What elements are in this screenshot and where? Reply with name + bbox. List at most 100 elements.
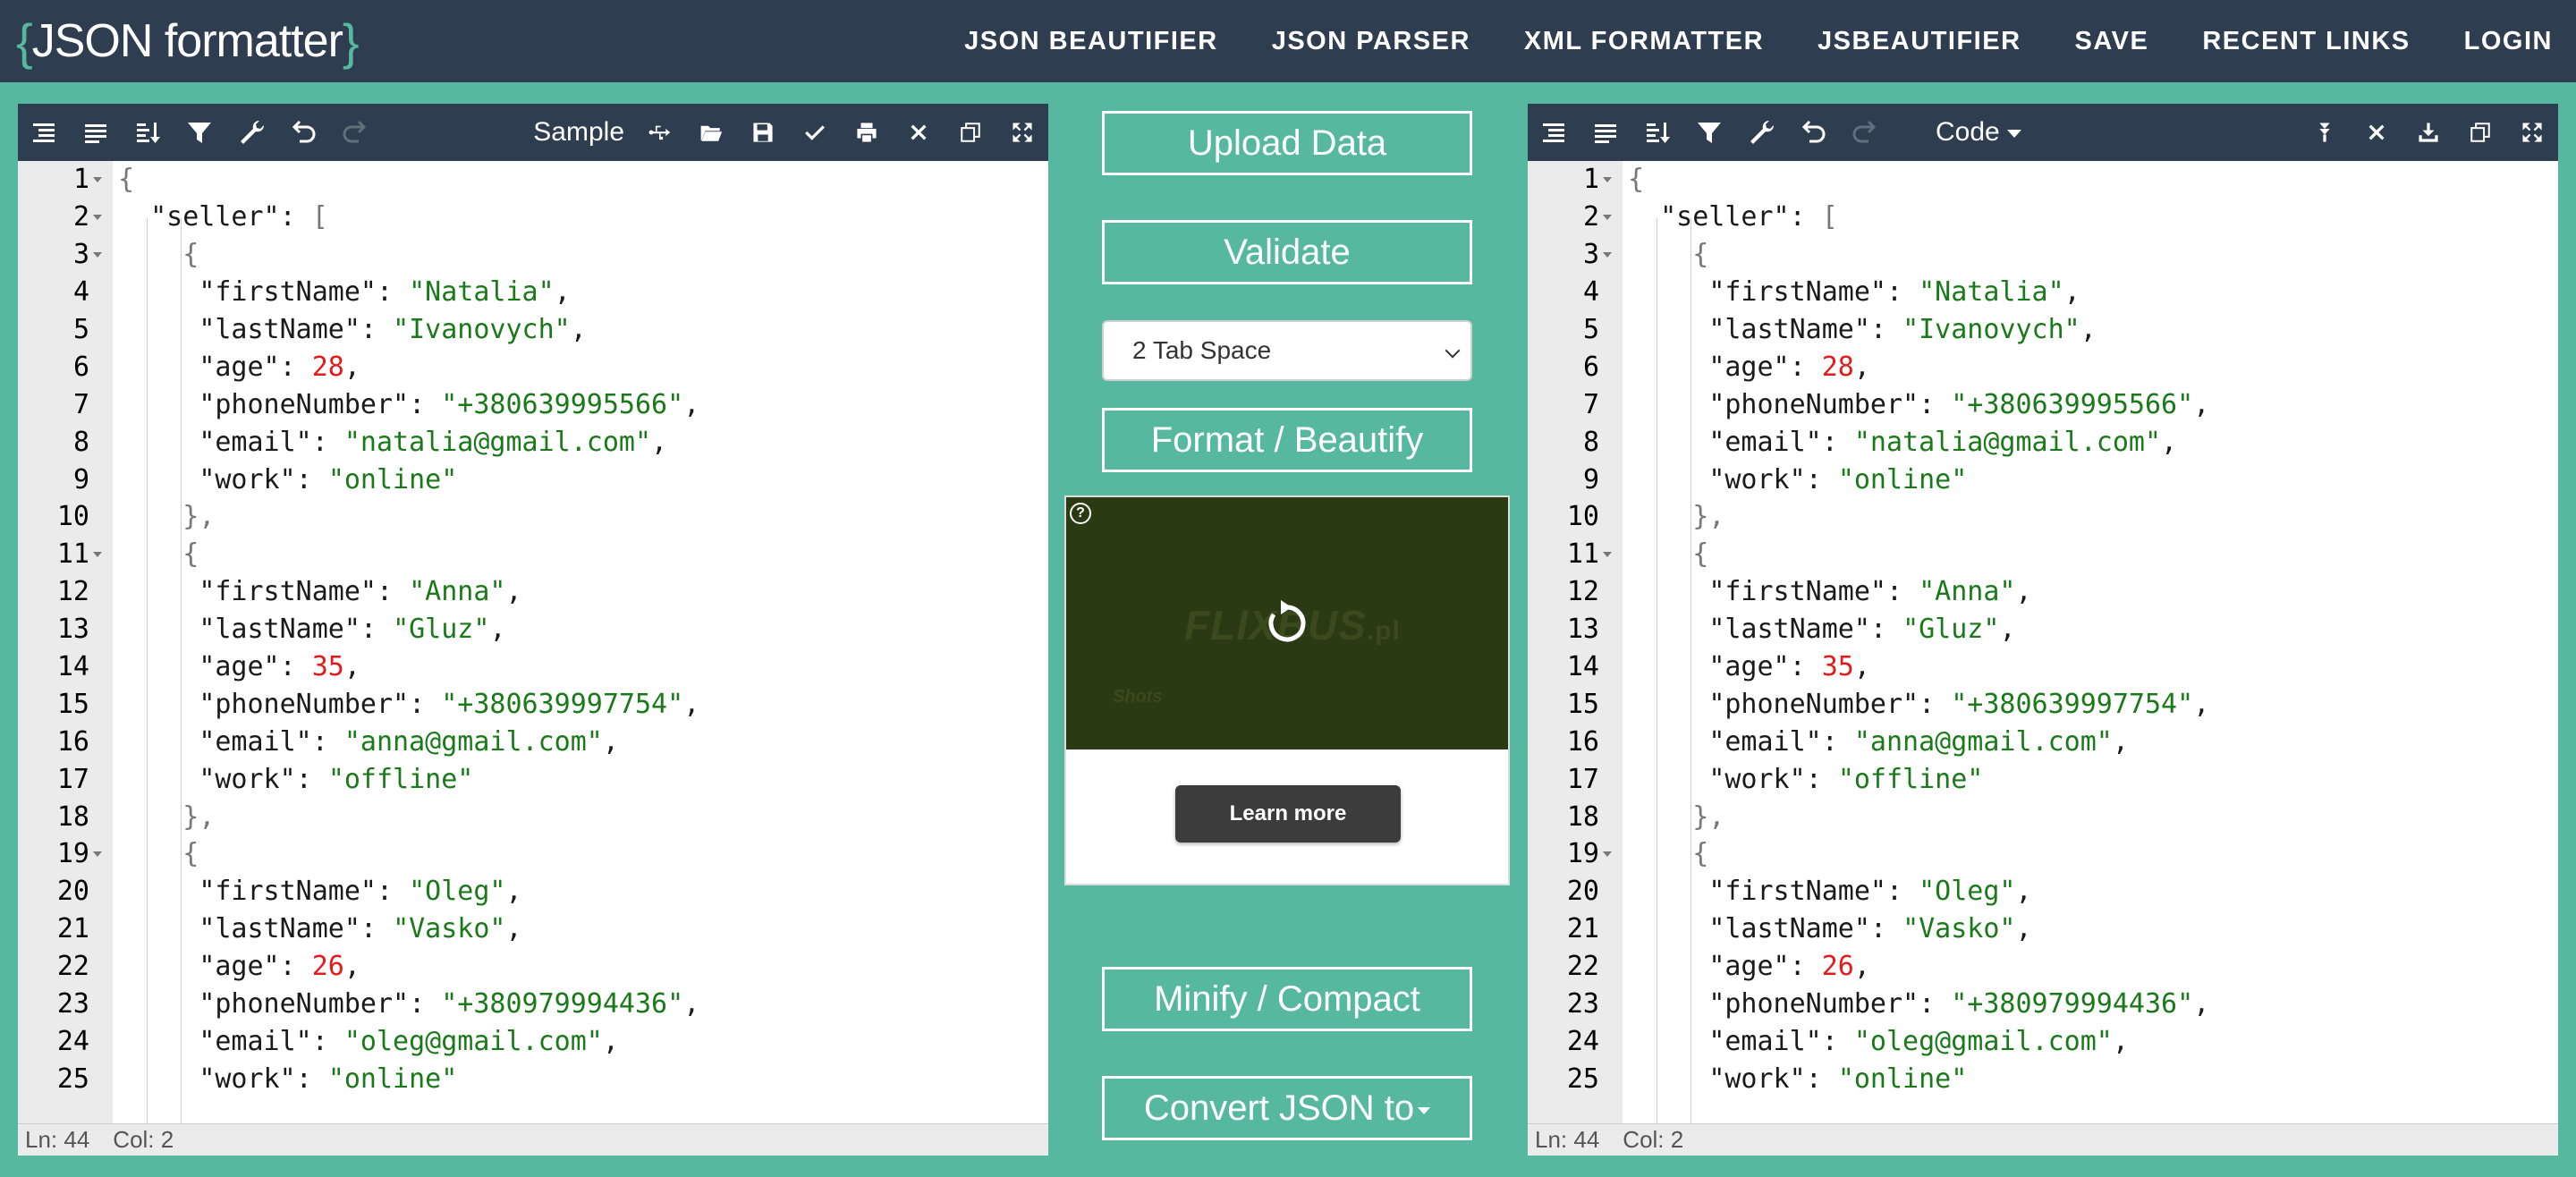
code-line[interactable]: 19 { bbox=[18, 835, 1048, 873]
code-line[interactable]: 20 "firstName": "Oleg", bbox=[1528, 873, 2558, 910]
validate-check-icon[interactable] bbox=[789, 104, 841, 161]
format-beautify-button[interactable]: Format / Beautify bbox=[1102, 408, 1472, 472]
filter-icon[interactable] bbox=[174, 104, 225, 161]
code-line[interactable]: 12 "firstName": "Anna", bbox=[18, 573, 1048, 611]
code-line[interactable]: 8 "email": "natalia@gmail.com", bbox=[1528, 423, 2558, 461]
code-line[interactable]: 12 "firstName": "Anna", bbox=[1528, 573, 2558, 611]
fold-toggle-icon[interactable] bbox=[1603, 176, 1612, 182]
code-line[interactable]: 3 { bbox=[18, 236, 1048, 274]
code-line[interactable]: 2 "seller": [ bbox=[1528, 199, 2558, 236]
fold-toggle-icon[interactable] bbox=[93, 176, 102, 182]
replay-icon[interactable] bbox=[1261, 597, 1311, 647]
code-line[interactable]: 19 { bbox=[1528, 835, 2558, 873]
output-mode-dropdown[interactable]: Code bbox=[1927, 104, 2030, 161]
code-line[interactable]: 6 "age": 28, bbox=[1528, 348, 2558, 385]
sample-button[interactable]: Sample bbox=[524, 104, 633, 161]
code-line[interactable]: 16 "email": "anna@gmail.com", bbox=[1528, 723, 2558, 760]
clear-x-icon[interactable] bbox=[2351, 104, 2402, 161]
code-line[interactable]: 9 "work": "online" bbox=[1528, 461, 2558, 498]
format-icon[interactable] bbox=[18, 104, 70, 161]
code-line[interactable]: 25 "work": "online" bbox=[1528, 1060, 2558, 1097]
code-line[interactable]: 9 "work": "online" bbox=[18, 461, 1048, 498]
format-icon[interactable] bbox=[1528, 104, 1580, 161]
nav-jsbeautifier[interactable]: JSBEAUTIFIER bbox=[1818, 27, 2021, 56]
validate-button[interactable]: Validate bbox=[1102, 220, 1472, 284]
code-line[interactable]: 5 "lastName": "Ivanovych", bbox=[18, 311, 1048, 349]
ad-video-area[interactable]: ? FLIXBUS.pl Shots bbox=[1066, 497, 1508, 749]
copy-icon[interactable] bbox=[945, 104, 996, 161]
code-line[interactable]: 20 "firstName": "Oleg", bbox=[18, 873, 1048, 910]
code-line[interactable]: 4 "firstName": "Natalia", bbox=[18, 274, 1048, 311]
nav-xml-formatter[interactable]: XML FORMATTER bbox=[1524, 27, 1764, 56]
minify-compact-button[interactable]: Minify / Compact bbox=[1102, 967, 1472, 1031]
repair-wrench-icon[interactable] bbox=[225, 104, 277, 161]
compact-icon[interactable] bbox=[70, 104, 122, 161]
code-line[interactable]: 6 "age": 28, bbox=[18, 348, 1048, 385]
code-line[interactable]: 13 "lastName": "Gluz", bbox=[1528, 611, 2558, 648]
fold-toggle-icon[interactable] bbox=[1603, 214, 1612, 220]
code-line[interactable]: 11 { bbox=[18, 536, 1048, 573]
code-line[interactable]: 10 }, bbox=[1528, 498, 2558, 536]
fullscreen-icon[interactable] bbox=[2506, 104, 2558, 161]
compact-icon[interactable] bbox=[1580, 104, 1631, 161]
fold-toggle-icon[interactable] bbox=[1603, 851, 1612, 857]
code-line[interactable]: 14 "age": 35, bbox=[18, 648, 1048, 686]
fold-toggle-icon[interactable] bbox=[93, 851, 102, 857]
fullscreen-icon[interactable] bbox=[996, 104, 1048, 161]
tab-space-select[interactable]: 2 Tab Space bbox=[1102, 320, 1472, 381]
code-line[interactable]: 24 "email": "oleg@gmail.com", bbox=[18, 1022, 1048, 1060]
code-line[interactable]: 16 "email": "anna@gmail.com", bbox=[18, 723, 1048, 760]
code-line[interactable]: 8 "email": "natalia@gmail.com", bbox=[18, 423, 1048, 461]
clear-x-icon[interactable] bbox=[893, 104, 945, 161]
nav-recent-links[interactable]: RECENT LINKS bbox=[2202, 27, 2410, 56]
fold-toggle-icon[interactable] bbox=[1603, 251, 1612, 258]
upload-data-button[interactable]: Upload Data bbox=[1102, 111, 1472, 175]
ad-help-icon[interactable]: ? bbox=[1070, 503, 1091, 524]
convert-json-dropdown[interactable]: Convert JSON to bbox=[1102, 1076, 1472, 1140]
sort-icon[interactable] bbox=[122, 104, 174, 161]
download-icon[interactable] bbox=[2402, 104, 2454, 161]
code-line[interactable]: 21 "lastName": "Vasko", bbox=[18, 910, 1048, 948]
code-line[interactable]: 24 "email": "oleg@gmail.com", bbox=[1528, 1022, 2558, 1060]
input-code-editor[interactable]: 1{2 "seller": [3 {4 "firstName": "Natali… bbox=[18, 161, 1048, 1123]
collapse-all-icon[interactable] bbox=[2299, 104, 2351, 161]
code-line[interactable]: 3 { bbox=[1528, 236, 2558, 274]
repair-wrench-icon[interactable] bbox=[1735, 104, 1787, 161]
code-line[interactable]: 18 }, bbox=[18, 798, 1048, 835]
nav-json-beautifier[interactable]: JSON BEAUTIFIER bbox=[964, 27, 1218, 56]
code-line[interactable]: 4 "firstName": "Natalia", bbox=[1528, 274, 2558, 311]
code-line[interactable]: 7 "phoneNumber": "+380639995566", bbox=[1528, 385, 2558, 423]
save-disk-icon[interactable] bbox=[737, 104, 789, 161]
nav-save[interactable]: SAVE bbox=[2075, 27, 2149, 56]
print-icon[interactable] bbox=[841, 104, 893, 161]
code-line[interactable]: 1{ bbox=[1528, 161, 2558, 199]
fold-toggle-icon[interactable] bbox=[1603, 551, 1612, 557]
undo-icon[interactable] bbox=[1787, 104, 1839, 161]
code-line[interactable]: 11 { bbox=[1528, 536, 2558, 573]
fold-toggle-icon[interactable] bbox=[93, 251, 102, 258]
code-line[interactable]: 5 "lastName": "Ivanovych", bbox=[1528, 311, 2558, 349]
code-line[interactable]: 2 "seller": [ bbox=[18, 199, 1048, 236]
code-line[interactable]: 22 "age": 26, bbox=[1528, 948, 2558, 986]
site-logo[interactable]: { JSON formatter } bbox=[16, 13, 360, 70]
code-line[interactable]: 23 "phoneNumber": "+380979994436", bbox=[1528, 986, 2558, 1023]
code-line[interactable]: 18 }, bbox=[1528, 798, 2558, 835]
code-line[interactable]: 15 "phoneNumber": "+380639997754", bbox=[1528, 685, 2558, 723]
code-line[interactable]: 7 "phoneNumber": "+380639995566", bbox=[18, 385, 1048, 423]
sort-icon[interactable] bbox=[1631, 104, 1683, 161]
open-folder-icon[interactable] bbox=[685, 104, 737, 161]
nav-login[interactable]: LOGIN bbox=[2464, 27, 2553, 56]
filter-icon[interactable] bbox=[1683, 104, 1735, 161]
fold-toggle-icon[interactable] bbox=[93, 214, 102, 220]
code-line[interactable]: 15 "phoneNumber": "+380639997754", bbox=[18, 685, 1048, 723]
usb-load-url-icon[interactable] bbox=[633, 104, 685, 161]
code-line[interactable]: 21 "lastName": "Vasko", bbox=[1528, 910, 2558, 948]
code-line[interactable]: 10 }, bbox=[18, 498, 1048, 536]
output-code-editor[interactable]: 1{2 "seller": [3 {4 "firstName": "Natali… bbox=[1528, 161, 2558, 1123]
undo-icon[interactable] bbox=[277, 104, 329, 161]
code-line[interactable]: 23 "phoneNumber": "+380979994436", bbox=[18, 986, 1048, 1023]
code-line[interactable]: 22 "age": 26, bbox=[18, 948, 1048, 986]
copy-icon[interactable] bbox=[2454, 104, 2506, 161]
code-line[interactable]: 17 "work": "offline" bbox=[1528, 760, 2558, 798]
code-line[interactable]: 13 "lastName": "Gluz", bbox=[18, 611, 1048, 648]
